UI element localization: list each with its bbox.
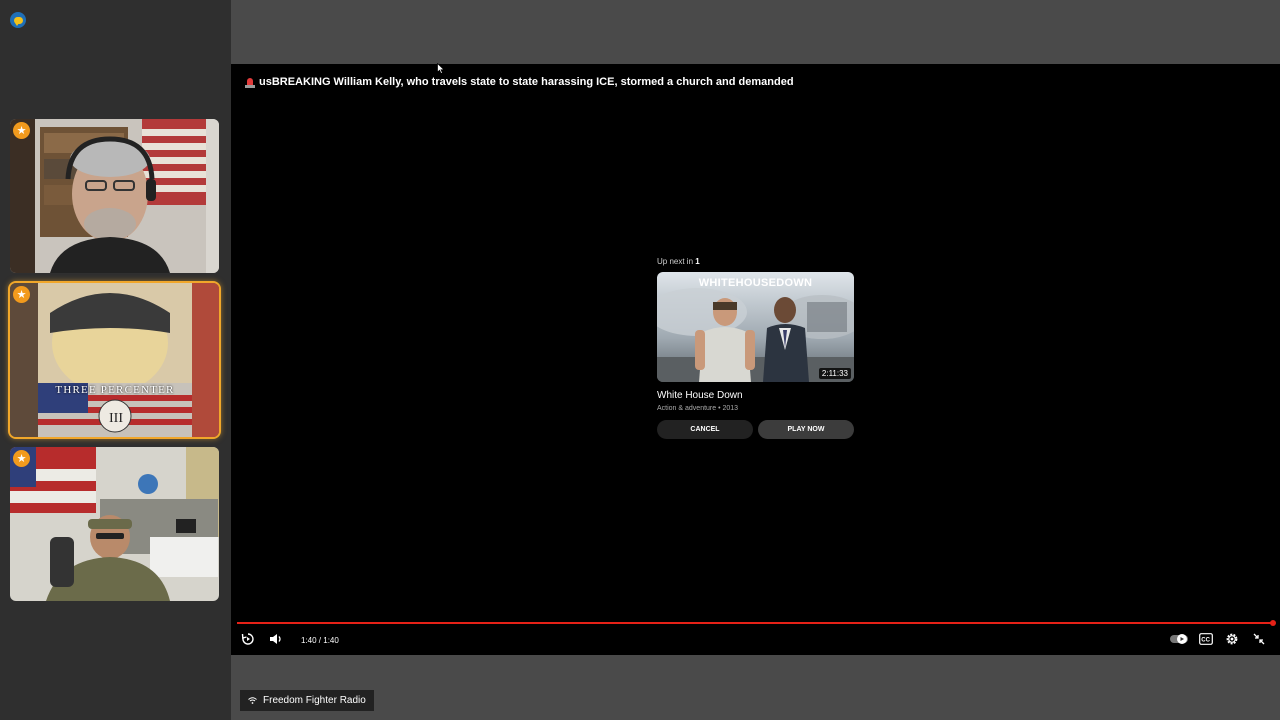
svg-text:CC: CC [1201, 638, 1210, 644]
up-next-video-name[interactable]: White House Down [657, 390, 854, 401]
progress-scrubber[interactable] [1270, 620, 1276, 626]
video-title[interactable]: usBREAKING William Kelly, who travels st… [245, 76, 794, 88]
replay-icon[interactable] [241, 632, 255, 648]
star-badge-icon: ★ [13, 286, 30, 303]
video-duration: 2:11:33 [818, 368, 851, 379]
star-badge-icon: ★ [13, 122, 30, 139]
radio-station-label[interactable]: Freedom Fighter Radio [240, 690, 374, 711]
exit-fullscreen-icon[interactable] [1252, 632, 1266, 648]
progress-bar[interactable] [237, 622, 1273, 624]
participant-video-2: III [10, 283, 219, 437]
star-badge-icon: ★ [13, 450, 30, 467]
autoplay-toggle-icon[interactable] [1170, 633, 1188, 649]
participant-tile-3[interactable]: ★ [10, 447, 219, 601]
up-next-card: Up next in 1 WHITEHOUSEDOWN 2:11:33 Whit… [657, 257, 854, 439]
video-title-text: usBREAKING William Kelly, who travels st… [259, 76, 794, 88]
participant-video-1 [10, 119, 219, 273]
up-next-video-meta: Action & adventure • 2013 [657, 405, 739, 412]
participants-sidebar: ★ III THREE PERCENTER ★ ★ [0, 0, 231, 720]
participant-tile-2[interactable]: III THREE PERCENTER ★ [10, 283, 219, 437]
mouse-cursor-icon [437, 63, 445, 74]
video-player[interactable]: usBREAKING William Kelly, who travels st… [231, 64, 1280, 655]
top-strip [231, 0, 1280, 64]
volume-icon[interactable] [269, 632, 283, 648]
cancel-button[interactable]: CANCEL [657, 420, 753, 439]
participant-tile-1[interactable]: ★ [10, 119, 219, 273]
settings-gear-icon[interactable] [1225, 632, 1239, 648]
radio-station-name: Freedom Fighter Radio [263, 695, 366, 706]
closed-captions-icon[interactable]: CC [1199, 633, 1213, 649]
tile-overlay-text: THREE PERCENTER [55, 384, 175, 396]
time-display: 1:40 / 1:40 [301, 636, 339, 645]
police-siren-icon [245, 77, 255, 88]
participant-video-3 [10, 447, 219, 601]
chat-bubble-icon[interactable] [10, 12, 26, 28]
up-next-countdown: 1 [695, 257, 700, 266]
wifi-icon [248, 697, 257, 704]
up-next-label: Up next in 1 [657, 257, 700, 266]
thumbnail-title: WHITEHOUSEDOWN [698, 277, 813, 289]
play-now-button[interactable]: PLAY NOW [758, 420, 854, 439]
svg-text:III: III [109, 411, 123, 426]
up-next-thumbnail[interactable]: WHITEHOUSEDOWN 2:11:33 [657, 272, 854, 382]
